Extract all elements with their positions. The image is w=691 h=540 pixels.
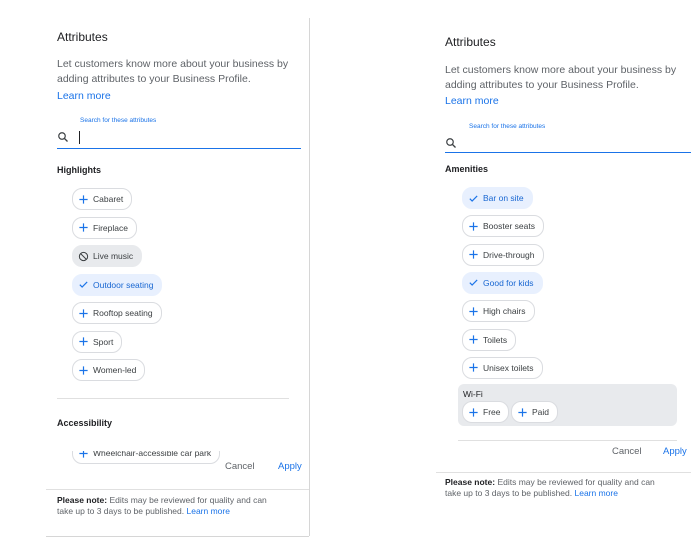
review-note-line2: take up to 3 days to be published. Learn…: [445, 488, 618, 499]
footer-divider: [46, 489, 309, 490]
chip-label: Booster seats: [483, 221, 535, 232]
attributes-dialog-highlights: Attributes Let customers know more about…: [46, 18, 309, 536]
attribute-chip[interactable]: Toilets: [462, 328, 517, 351]
plus-icon: [77, 193, 89, 205]
plus-icon: [467, 220, 479, 232]
attribute-chip[interactable]: Women-led: [72, 359, 146, 381]
wifi-label: Wi-Fi: [463, 389, 483, 399]
chip-label: Sport: [93, 336, 114, 347]
chip-label: Toilets: [483, 334, 508, 345]
attribute-chip[interactable]: Sport: [72, 330, 123, 353]
dialog-description-line1: Let customers know more about your busin…: [445, 64, 677, 76]
learn-more-link[interactable]: Learn more: [57, 90, 111, 102]
wifi-group: Wi-Fi Free Paid: [458, 384, 677, 426]
chip-label: Unisex toilets: [483, 362, 534, 373]
search-input[interactable]: [57, 128, 301, 149]
note-learn-more-link[interactable]: Learn more: [575, 488, 618, 498]
cancel-button[interactable]: Cancel: [225, 461, 255, 472]
chip-label: Cabaret: [93, 194, 124, 204]
check-icon: [77, 279, 89, 291]
attribute-chip[interactable]: Bar on site: [462, 187, 533, 209]
learn-more-link[interactable]: Learn more: [445, 95, 499, 107]
plus-icon: [467, 334, 479, 346]
review-note: Please note: Edits may be reviewed for q…: [445, 477, 655, 488]
chip-label: Women-led: [93, 365, 137, 375]
dialog-title: Attributes: [445, 35, 496, 49]
check-icon: [467, 192, 479, 204]
attribute-chip[interactable]: Fireplace: [72, 216, 137, 239]
chip-label: Paid: [532, 407, 550, 417]
cancel-button[interactable]: Cancel: [612, 446, 642, 457]
note-text: Edits may be reviewed for quality and ca…: [495, 477, 655, 487]
chip-label: Free: [483, 407, 501, 417]
search-icon: [446, 138, 456, 148]
plus-icon: [77, 336, 89, 348]
dialog-description-line1: Let customers know more about your busin…: [57, 58, 289, 70]
attribute-chip[interactable]: Unisex toilets: [462, 356, 543, 379]
attribute-chip[interactable]: Drive-through: [462, 243, 544, 266]
plus-icon: [467, 249, 479, 261]
plus-icon: [467, 305, 479, 317]
plus-icon: [77, 364, 89, 376]
chip-label: Bar on site: [483, 193, 524, 203]
attribute-chip[interactable]: Booster seats: [462, 215, 544, 238]
plus-icon: [467, 406, 479, 418]
plus-icon: [77, 307, 89, 319]
attribute-chip[interactable]: Outdoor seating: [72, 273, 163, 296]
text-cursor: [79, 131, 80, 144]
chip-label: High chairs: [483, 306, 526, 317]
search-input[interactable]: [445, 134, 691, 153]
dialog-title: Attributes: [57, 30, 108, 44]
note-bold: Please note:: [57, 495, 108, 505]
attribute-chip[interactable]: Live music: [72, 245, 143, 267]
plus-icon: [467, 362, 479, 374]
chip-label: Live music: [93, 251, 134, 261]
highlights-heading: Highlights: [57, 165, 101, 175]
review-note: Please note: Edits may be reviewed for q…: [57, 495, 267, 506]
review-note-line2: take up to 3 days to be published. Learn…: [57, 506, 230, 517]
section-divider: [57, 398, 289, 399]
chip-label: Rooftop seating: [93, 308, 153, 318]
attributes-dialog-amenities: Attributes Let customers know more about…: [436, 26, 691, 536]
section-divider: [458, 440, 677, 441]
note-bold: Please note:: [445, 477, 496, 487]
note-text-line2: take up to 3 days to be published.: [445, 488, 573, 498]
note-text: Edits may be reviewed for quality and ca…: [107, 495, 267, 505]
check-icon: [467, 277, 479, 289]
attribute-chip[interactable]: Good for kids: [462, 271, 543, 294]
attribute-chip[interactable]: Free: [462, 401, 510, 423]
attribute-chip[interactable]: Paid: [511, 401, 559, 423]
attribute-chip[interactable]: Rooftop seating: [72, 302, 162, 324]
footer-divider: [436, 472, 691, 473]
amenities-heading: Amenities: [445, 164, 489, 174]
search-icon: [58, 132, 68, 142]
attribute-chip[interactable]: High chairs: [462, 300, 535, 323]
scroll-fade: [46, 439, 309, 451]
apply-button[interactable]: Apply: [663, 446, 687, 457]
search-label: Search for these attributes: [80, 117, 157, 124]
plus-icon: [516, 406, 528, 418]
attribute-chip[interactable]: Cabaret: [72, 188, 133, 210]
plus-icon: [77, 222, 89, 234]
not-allowed-icon: [77, 250, 89, 262]
dialog-description-line2: adding attributes to your Business Profi…: [445, 79, 639, 91]
chip-label: Fireplace: [93, 222, 128, 233]
apply-button[interactable]: Apply: [278, 461, 302, 472]
note-learn-more-link[interactable]: Learn more: [187, 506, 230, 516]
note-text-line2: take up to 3 days to be published.: [57, 506, 185, 516]
search-label: Search for these attributes: [469, 123, 546, 130]
chip-label: Outdoor seating: [93, 279, 154, 290]
chip-label: Good for kids: [483, 277, 534, 288]
accessibility-heading: Accessibility: [57, 418, 113, 428]
chip-label: Drive-through: [483, 249, 535, 260]
dialog-description-line2: adding attributes to your Business Profi…: [57, 73, 251, 85]
